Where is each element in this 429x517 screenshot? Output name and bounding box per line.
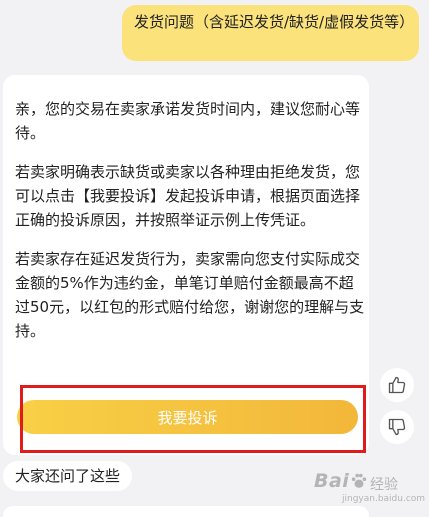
bot-reply-text: 亲，您的交易在卖家承诺发货时间内，建议您耐心等待。 若卖家明确表示缺货或卖家以各… (15, 97, 365, 358)
user-message-text: 发货问题（含延迟发货/缺货/虚假发货等） (134, 13, 415, 31)
complaint-button[interactable]: 我要投诉 (17, 400, 358, 434)
related-questions-card (3, 506, 369, 517)
watermark-suffix: 经验 (370, 477, 398, 493)
watermark-url: jingyan.baidu.com (342, 494, 426, 504)
user-message-bubble: 发货问题（含延迟发货/缺货/虚假发货等） (122, 5, 419, 61)
watermark-brand: Bai (314, 470, 350, 492)
reply-paragraph: 若卖家明确表示缺货或卖家以各种理由拒绝发货，您可以点击【我要投诉】发起投诉申请，… (15, 163, 361, 229)
thumbs-down-button[interactable] (380, 410, 414, 444)
reply-paragraph: 亲，您的交易在卖家承诺发货时间内，建议您耐心等待。 (15, 100, 361, 142)
paw-icon (351, 473, 367, 488)
thumbs-up-icon (388, 376, 406, 394)
related-questions-label[interactable]: 大家还问了这些 (3, 461, 132, 491)
baidu-jingyan-watermark: Bai 经验 jingyan.baidu.com (302, 470, 426, 508)
related-questions-text: 大家还问了这些 (14, 467, 120, 485)
thumbs-down-icon (388, 418, 406, 436)
reply-paragraph: 若卖家存在延迟发货行为，卖家需向您支付实际成交金额的5%作为违约金，单笔订单赔付… (15, 250, 365, 340)
bot-reply-card: 亲，您的交易在卖家承诺发货时间内，建议您耐心等待。 若卖家明确表示缺货或卖家以各… (3, 75, 369, 455)
thumbs-up-button[interactable] (380, 368, 414, 402)
